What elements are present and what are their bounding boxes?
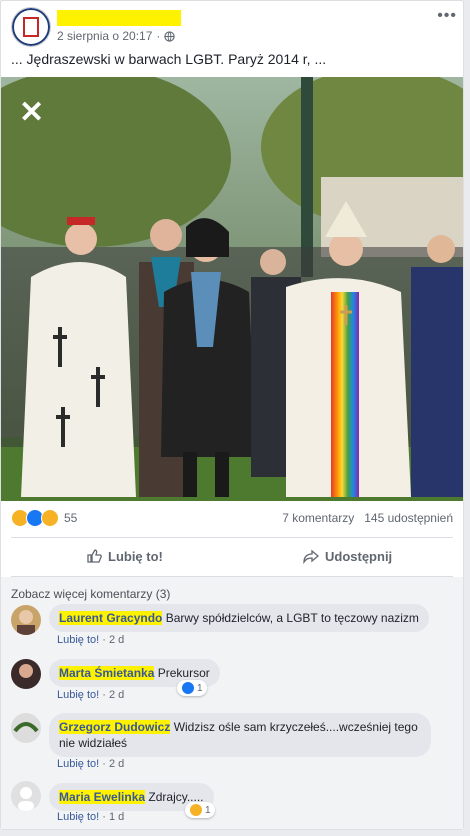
comment-bubble: Laurent Gracyndo Barwy spółdzielców, a L…: [49, 604, 429, 632]
post-card: Jacek Wróblewski 2 sierpnia o 20:17 · ••…: [0, 0, 464, 830]
comment-meta: Lubię to! · 2 d: [57, 634, 125, 646]
comment-like-link[interactable]: Lubię to!: [57, 811, 99, 823]
comment-avatar[interactable]: [11, 713, 41, 743]
commenter-name[interactable]: Grzegorz Dudowicz: [59, 720, 171, 734]
comment-age[interactable]: 2 d: [109, 758, 124, 770]
reaction-summary[interactable]: 55: [11, 509, 77, 527]
haha-icon: [189, 803, 203, 817]
wow-icon: [41, 509, 59, 527]
share-label: Udostępnij: [325, 548, 393, 564]
comment-meta: Lubię to! · 2 d: [57, 758, 125, 770]
commenter-name[interactable]: Laurent Gracyndo: [59, 611, 163, 625]
author-avatar[interactable]: [11, 7, 51, 47]
comment-reaction[interactable]: 1: [185, 802, 215, 818]
comment-avatar[interactable]: [11, 781, 41, 811]
comment-meta: Lubię to! · 1 d: [57, 811, 125, 823]
post-stats: 55 7 komentarzy 145 udostępnień: [11, 509, 453, 529]
commenter-name[interactable]: Maria Ewelinka: [59, 790, 146, 804]
shares-count[interactable]: 145 udostępnień: [364, 511, 453, 525]
like-button[interactable]: Lubię to!: [86, 548, 163, 564]
post-photo[interactable]: ✕: [1, 77, 463, 501]
comment-reaction[interactable]: 1: [177, 680, 207, 696]
thumbs-up-icon: [87, 549, 102, 563]
post-time[interactable]: 2 sierpnia o 20:17: [57, 29, 152, 43]
share-button[interactable]: Udostępnij: [303, 548, 392, 564]
comment-like-link[interactable]: Lubię to!: [57, 758, 99, 770]
comment-avatar[interactable]: [11, 659, 41, 689]
comment-age[interactable]: 2 d: [109, 634, 124, 646]
post-actions: Lubię to! Udostępnij: [11, 537, 453, 577]
comment-text: Prekursor: [157, 666, 210, 680]
comment-text: Barwy spółdzielców, a LGBT to tęczowy na…: [165, 611, 419, 625]
commenter-name[interactable]: Marta Śmietanka: [59, 666, 155, 680]
comment-meta: Lubię to! · 2 d: [57, 689, 125, 701]
comment-like-link[interactable]: Lubię to!: [57, 689, 99, 701]
comments-count[interactable]: 7 komentarzy: [282, 511, 354, 525]
share-icon: [303, 549, 319, 564]
more-options-icon[interactable]: •••: [437, 7, 457, 25]
reaction-count: 55: [64, 511, 78, 525]
comment-avatar[interactable]: [11, 605, 41, 635]
comment-age[interactable]: 1 d: [109, 811, 124, 823]
comment-share-counts: 7 komentarzy 145 udostępnień: [282, 511, 453, 525]
post-header: Jacek Wróblewski 2 sierpnia o 20:17 · ••…: [11, 7, 461, 47]
close-icon[interactable]: ✕: [19, 95, 44, 130]
comment-bubble: Grzegorz Dudowicz Widzisz ośle sam krzyc…: [49, 713, 431, 757]
globe-icon: [164, 30, 176, 42]
comment-age[interactable]: 2 d: [109, 689, 124, 701]
comments-section: Zobacz więcej komentarzy (3) Laurent Gra…: [1, 577, 463, 829]
comment-reaction-count: 1: [205, 804, 211, 816]
author-name[interactable]: Jacek Wróblewski: [57, 10, 182, 26]
comment-like-link[interactable]: Lubię to!: [57, 634, 99, 646]
like-icon: [181, 681, 195, 695]
post-text: ... Jędraszewski w barwach LGBT. Paryż 2…: [11, 51, 327, 67]
like-label: Lubię to!: [108, 548, 163, 564]
comment-reaction-count: 1: [197, 682, 203, 694]
see-more-comments-link[interactable]: Zobacz więcej komentarzy (3): [11, 587, 170, 601]
post-meta: 2 sierpnia o 20:17 ·: [57, 29, 176, 43]
